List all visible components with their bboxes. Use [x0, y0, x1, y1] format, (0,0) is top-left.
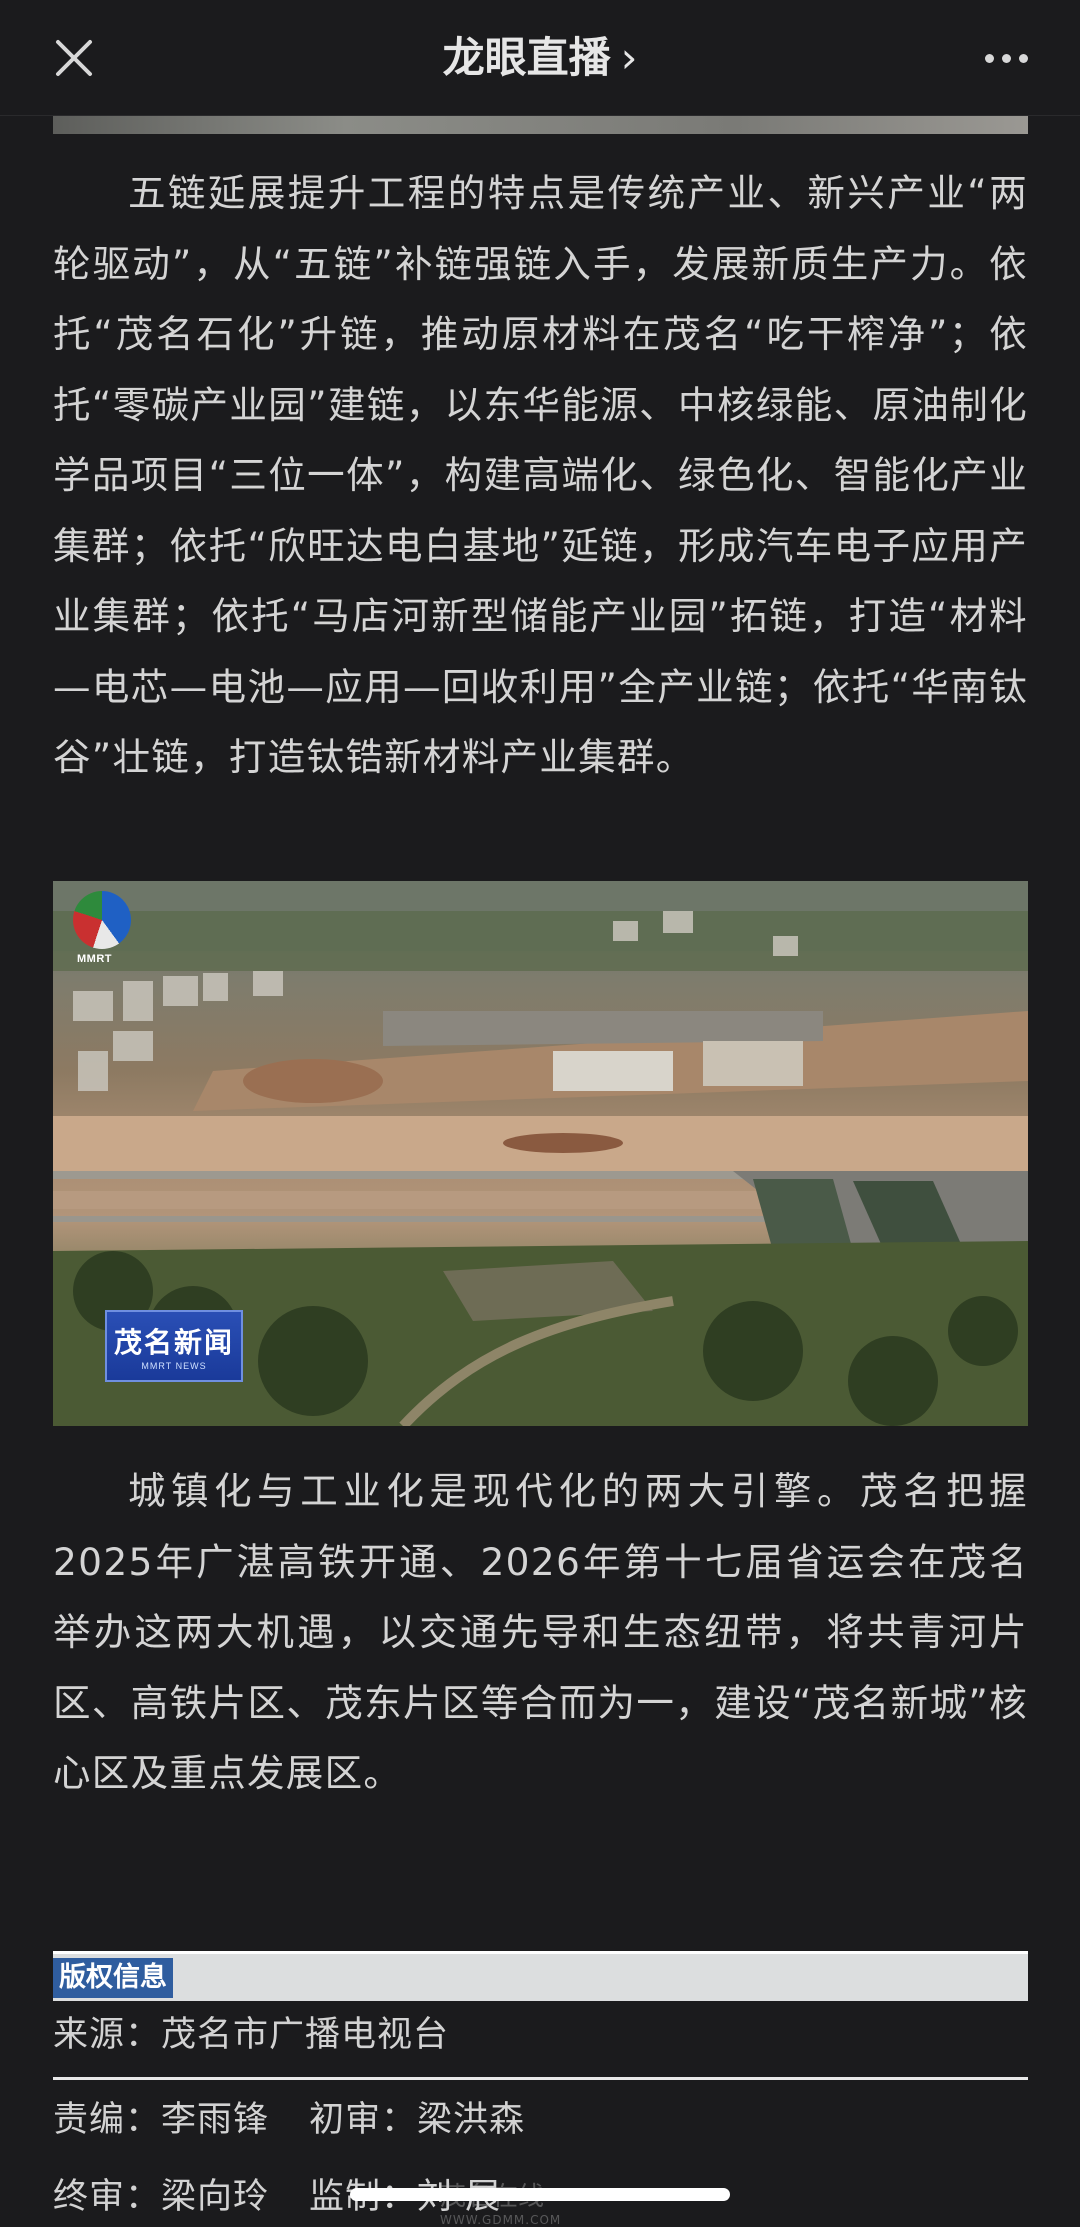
- source-value: 茂名市广播电视台: [161, 2015, 450, 2055]
- chevron-right-icon: ›: [620, 33, 638, 82]
- news-badge-subtitle: MMRT NEWS: [141, 1361, 207, 1371]
- article-paragraph: 城镇化与工业化是现代化的两大引擎。茂名把握2025年广湛高铁开通、2026年第十…: [53, 1469, 1028, 1795]
- home-indicator[interactable]: [350, 2188, 730, 2201]
- more-button[interactable]: [976, 30, 1036, 86]
- news-badge: 茂名新闻 MMRT NEWS: [105, 1310, 243, 1382]
- news-badge-title: 茂名新闻: [113, 1326, 234, 1359]
- page-title: 龙眼直播: [442, 33, 611, 82]
- site-watermark: 茂名在线 WWW.GDMM.COM: [440, 2176, 561, 2227]
- top-navigation-bar: 龙眼直播 ›: [0, 0, 1080, 116]
- source-line: 来源：茂名市广播电视台: [53, 2006, 449, 2057]
- final-review-value: 梁向玲: [161, 2177, 270, 2217]
- copyright-header: 版权信息: [53, 1951, 1028, 2001]
- article-paragraph: 五链延展提升工程的特点是传统产业、新兴产业“两轮驱动”，从“五链”补链强链入手，…: [53, 171, 1028, 779]
- source-label: 来源：: [53, 2015, 162, 2055]
- more-icon-dot: [1001, 53, 1011, 63]
- article-photo[interactable]: MMRT 茂名新闻 MMRT NEWS: [53, 881, 1028, 1426]
- watermark-url: WWW.GDMM.COM: [440, 2213, 562, 2227]
- previous-image-edge: [53, 116, 1028, 134]
- first-review-value: 梁洪森: [417, 2100, 526, 2140]
- editor-value: 李雨锋: [161, 2100, 270, 2140]
- divider: [53, 2077, 1028, 2080]
- first-review-label: 初审：: [309, 2100, 418, 2140]
- logo-text: MMRT: [77, 953, 112, 965]
- copyright-label: 版权信息: [53, 1958, 173, 1998]
- editor-label: 责编：: [53, 2100, 162, 2140]
- final-review-label: 终审：: [53, 2177, 162, 2217]
- page-title-link[interactable]: 龙眼直播 ›: [0, 30, 1080, 86]
- station-logo: MMRT: [67, 891, 137, 986]
- more-icon-dot: [1018, 53, 1028, 63]
- more-icon: [984, 53, 994, 63]
- mmrt-logo-icon: [73, 891, 131, 949]
- editor-line: 责编：李雨锋 初审：梁洪森: [53, 2091, 525, 2142]
